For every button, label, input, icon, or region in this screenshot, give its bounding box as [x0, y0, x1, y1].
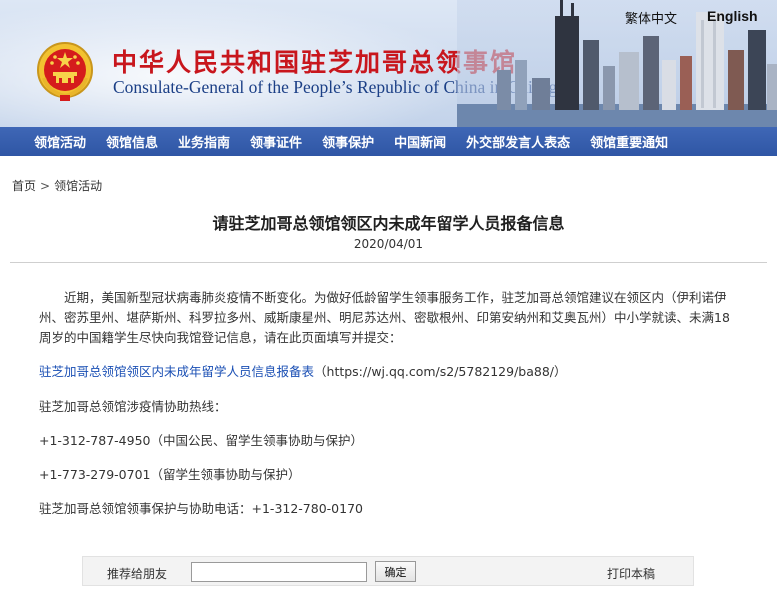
- nav-item-consulate-info[interactable]: 领馆信息: [106, 132, 158, 151]
- nav-item-important-notices[interactable]: 领馆重要通知: [590, 132, 668, 151]
- breadcrumb-home-link[interactable]: 首页: [12, 179, 36, 193]
- article-body: 近期，美国新型冠状病毒肺炎疫情不断变化。为做好低龄留学生领事服务工作，驻芝加哥总…: [39, 288, 743, 519]
- registration-form-link[interactable]: 驻芝加哥总领馆领区内未成年留学人员信息报备表: [39, 364, 314, 379]
- share-confirm-button[interactable]: 确定: [375, 561, 416, 582]
- share-label: 推荐给朋友: [107, 567, 168, 581]
- national-emblem-icon[interactable]: [36, 40, 94, 102]
- breadcrumb-current-link[interactable]: 领馆活动: [54, 179, 102, 193]
- share-email-input[interactable]: [191, 562, 367, 582]
- hotline-1: +1-312-787-4950（中国公民、留学生领事协助与保护）: [39, 433, 363, 448]
- breadcrumb-separator: >: [40, 179, 51, 193]
- breadcrumb: 首页 > 领馆活动: [12, 177, 102, 194]
- lang-english-link[interactable]: English: [707, 8, 758, 24]
- registration-link-paragraph: 驻芝加哥总领馆领区内未成年留学人员信息报备表（https://wj.qq.com…: [39, 362, 743, 382]
- title-divider: [10, 262, 767, 263]
- hotline-heading: 驻芝加哥总领馆涉疫情协助热线：: [39, 399, 227, 414]
- nav-item-spokesperson[interactable]: 外交部发言人表态: [466, 132, 570, 151]
- lang-traditional-link[interactable]: 繁体中文: [625, 8, 677, 27]
- site-header: 中华人民共和国驻芝加哥总领事馆 Consulate-General of the…: [0, 0, 777, 127]
- registration-url-text: （https://wj.qq.com/s2/5782129/ba88/）: [314, 364, 567, 379]
- protection-phone: 驻芝加哥总领馆领事保护与协助电话：+1-312-780-0170: [39, 501, 363, 516]
- article-date: 2020/04/01: [353, 237, 424, 251]
- article-title: 请驻芝加哥总领馆领区内未成年留学人员报备信息: [212, 214, 565, 233]
- nav-item-consular-protection[interactable]: 领事保护: [322, 132, 374, 151]
- nav-item-consulate-activities[interactable]: 领馆活动: [34, 132, 86, 151]
- nav-item-china-news[interactable]: 中国新闻: [394, 132, 446, 151]
- main-nav: 领馆活动 领馆信息 业务指南 领事证件 领事保护 中国新闻 外交部发言人表态 领…: [0, 127, 777, 156]
- nav-item-consular-documents[interactable]: 领事证件: [250, 132, 302, 151]
- hotline-2: +1-773-279-0701（留学生领事协助与保护）: [39, 467, 301, 482]
- article-intro: 近期，美国新型冠状病毒肺炎疫情不断变化。为做好低龄留学生领事服务工作，驻芝加哥总…: [39, 290, 730, 345]
- share-bar: 推荐给朋友 确定 打印本稿: [82, 556, 694, 586]
- print-link[interactable]: 打印本稿: [607, 565, 655, 582]
- nav-item-service-guide[interactable]: 业务指南: [178, 132, 230, 151]
